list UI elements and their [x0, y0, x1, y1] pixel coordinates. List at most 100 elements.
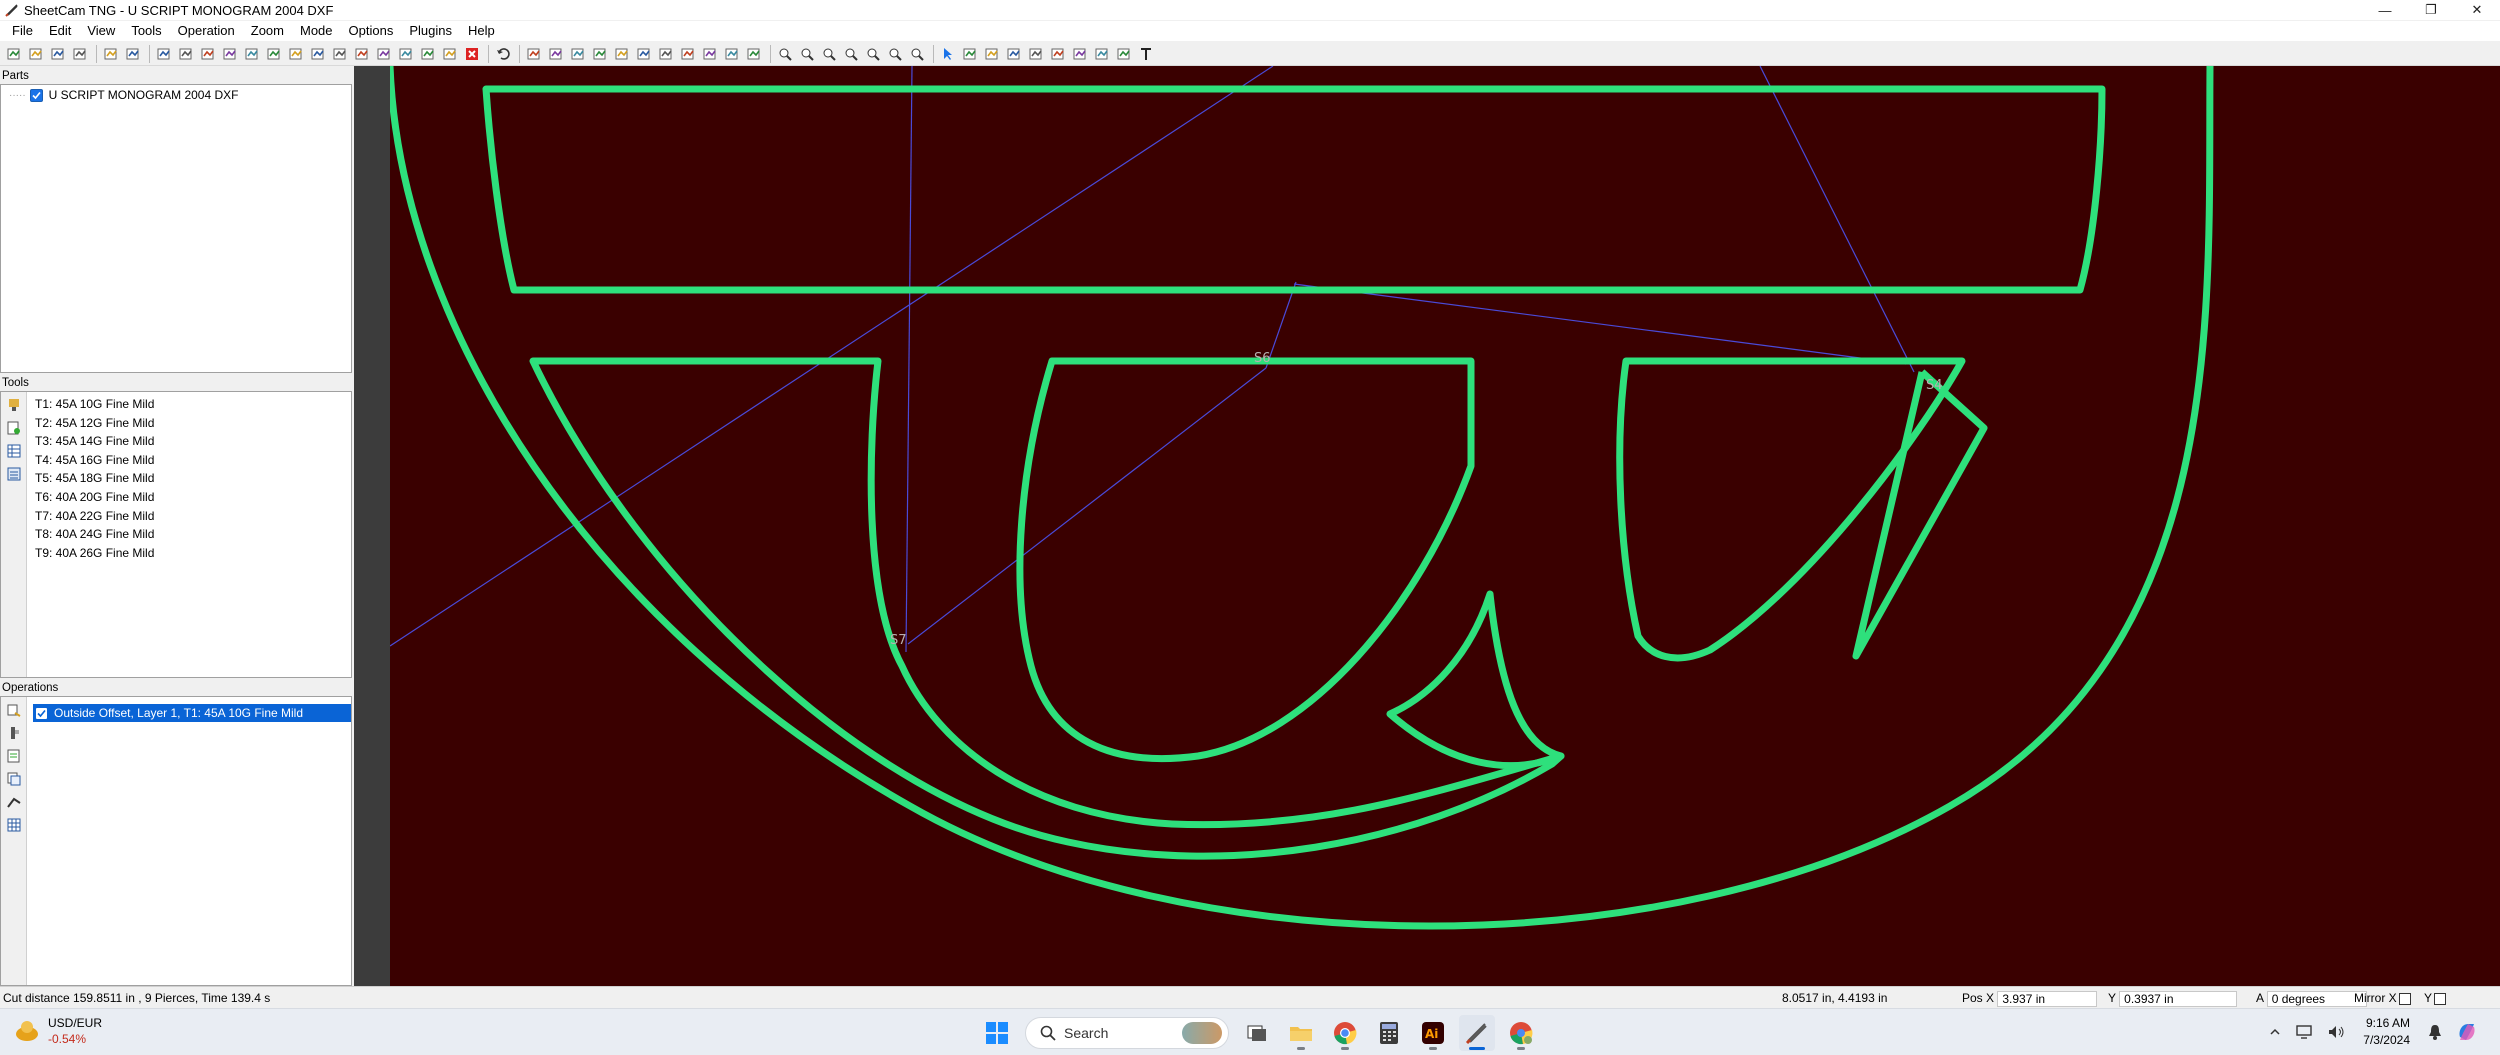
mirror-x-checkbox[interactable] — [2398, 992, 2411, 1005]
op-route-icon[interactable] — [308, 44, 328, 64]
op-pocket-icon[interactable] — [176, 44, 196, 64]
close-icon[interactable]: ✕ — [2454, 0, 2500, 20]
undo-icon[interactable] — [493, 44, 513, 64]
mirror-y-checkbox[interactable] — [2434, 992, 2447, 1005]
menu-file[interactable]: File — [4, 21, 41, 41]
angle-field[interactable]: 0 degrees — [2266, 991, 2367, 1007]
open-icon[interactable] — [26, 44, 46, 64]
clock[interactable]: 9:16 AM 7/3/2024 — [2363, 1015, 2410, 1049]
layers-icon[interactable] — [546, 44, 566, 64]
stock-widget[interactable]: USD/EUR -0.54% — [14, 1015, 102, 1047]
minimize-icon[interactable]: — — [2362, 0, 2408, 20]
print-setup-icon[interactable] — [48, 44, 68, 64]
tool-item-t5[interactable]: T5: 45A 18G Fine Mild — [35, 469, 154, 488]
file-explorer-icon[interactable] — [1283, 1015, 1319, 1051]
maximize-icon[interactable]: ❐ — [2408, 0, 2454, 20]
tool-item-t6[interactable]: T6: 40A 20G Fine Mild — [35, 488, 154, 507]
snap-icon[interactable] — [656, 44, 676, 64]
task-view-icon[interactable] — [1239, 1015, 1275, 1051]
menu-zoom[interactable]: Zoom — [243, 21, 292, 41]
tool-item-t1[interactable]: T1: 45A 10G Fine Mild — [35, 395, 154, 414]
tool-table-icon[interactable] — [5, 442, 23, 460]
tool-item-t4[interactable]: T4: 45A 16G Fine Mild — [35, 451, 154, 470]
volume-icon[interactable] — [2325, 1022, 2349, 1042]
tool-item-t3[interactable]: T3: 45A 14G Fine Mild — [35, 432, 154, 451]
op-outline-icon[interactable] — [154, 44, 174, 64]
zoom-out-icon[interactable] — [797, 44, 817, 64]
op-settings-icon[interactable] — [5, 724, 23, 742]
select-tool-icon[interactable] — [960, 44, 980, 64]
calculator-app-icon[interactable] — [1371, 1015, 1407, 1051]
view-3d-icon[interactable] — [524, 44, 544, 64]
calculator-icon[interactable] — [101, 44, 121, 64]
op-path-icon[interactable] — [5, 793, 23, 811]
tool-item-t8[interactable]: T8: 40A 24G Fine Mild — [35, 525, 154, 544]
op-layer-icon[interactable] — [440, 44, 460, 64]
op-drill-icon[interactable] — [198, 44, 218, 64]
copilot-icon[interactable] — [2454, 1019, 2480, 1045]
part-item[interactable]: ····· U SCRIPT MONOGRAM 2004 DXF — [9, 88, 238, 102]
chrome-icon[interactable] — [1327, 1015, 1363, 1051]
op-toolchange-icon[interactable] — [418, 44, 438, 64]
network-icon[interactable] — [2293, 1022, 2317, 1042]
tool-item-t2[interactable]: T2: 45A 12G Fine Mild — [35, 414, 154, 433]
pos-x-field[interactable]: 3.937 in — [1997, 991, 2098, 1007]
post-processor-icon[interactable] — [123, 44, 143, 64]
menu-edit[interactable]: Edit — [41, 21, 79, 41]
menu-mode[interactable]: Mode — [292, 21, 341, 41]
move-icon[interactable] — [1048, 44, 1068, 64]
tool-list-icon[interactable] — [5, 465, 23, 483]
menu-tools[interactable]: Tools — [123, 21, 169, 41]
op-mark-icon[interactable] — [352, 44, 372, 64]
tool-item-t9[interactable]: T9: 40A 26G Fine Mild — [35, 544, 154, 563]
select-icon[interactable] — [938, 44, 958, 64]
nest-icon[interactable] — [700, 44, 720, 64]
zoom-part-icon[interactable] — [841, 44, 861, 64]
op-nest-icon[interactable] — [286, 44, 306, 64]
zoom-next-icon[interactable] — [907, 44, 927, 64]
zoom-fit-icon[interactable] — [819, 44, 839, 64]
op-bevel-icon[interactable] — [374, 44, 394, 64]
stack-icon[interactable] — [590, 44, 610, 64]
shape-icon[interactable] — [634, 44, 654, 64]
zoom-window-icon[interactable] — [863, 44, 883, 64]
sheetcam-icon[interactable] — [1459, 1015, 1495, 1051]
script-icon[interactable] — [722, 44, 742, 64]
menu-view[interactable]: View — [79, 21, 123, 41]
windows-start-icon[interactable] — [979, 1015, 1015, 1051]
operation-checkbox[interactable] — [35, 706, 48, 720]
op-profile-icon[interactable] — [220, 44, 240, 64]
zoom-in-icon[interactable] — [775, 44, 795, 64]
drill-point-icon[interactable] — [1026, 44, 1046, 64]
print-icon[interactable] — [70, 44, 90, 64]
text-icon[interactable] — [1136, 44, 1156, 64]
menu-options[interactable]: Options — [341, 21, 402, 41]
menu-plugins[interactable]: Plugins — [401, 21, 460, 41]
op-copy-icon[interactable] — [5, 770, 23, 788]
tool-item-t7[interactable]: T7: 40A 22G Fine Mild — [35, 507, 154, 526]
start-point-icon[interactable] — [1004, 44, 1024, 64]
op-tap-icon[interactable] — [330, 44, 350, 64]
delete-icon[interactable] — [462, 44, 482, 64]
part-checkbox[interactable] — [29, 88, 43, 102]
sheet-icon[interactable] — [744, 44, 764, 64]
new-icon[interactable] — [4, 44, 24, 64]
chevron-up-icon[interactable] — [2265, 1022, 2285, 1042]
table-icon[interactable] — [568, 44, 588, 64]
rotate-icon[interactable] — [1070, 44, 1090, 64]
menu-operation[interactable]: Operation — [170, 21, 243, 41]
taskbar-search[interactable]: Search — [1025, 1017, 1229, 1049]
op-jet-icon[interactable] — [242, 44, 262, 64]
menu-help[interactable]: Help — [460, 21, 503, 41]
drawing-canvas[interactable]: S4 S6 S7 — [390, 66, 2500, 986]
scale-icon[interactable] — [1092, 44, 1112, 64]
zoom-prev-icon[interactable] — [885, 44, 905, 64]
illustrator-icon[interactable]: Ai — [1415, 1015, 1451, 1051]
notification-bell-icon[interactable] — [2424, 1022, 2446, 1042]
plasma-tool-icon[interactable] — [5, 396, 23, 414]
op-table-icon[interactable] — [5, 816, 23, 834]
op-edit-icon[interactable] — [5, 747, 23, 765]
chrome-profile-icon[interactable] — [1503, 1015, 1539, 1051]
op-engrave-icon[interactable] — [264, 44, 284, 64]
new-tool-icon[interactable] — [5, 419, 23, 437]
